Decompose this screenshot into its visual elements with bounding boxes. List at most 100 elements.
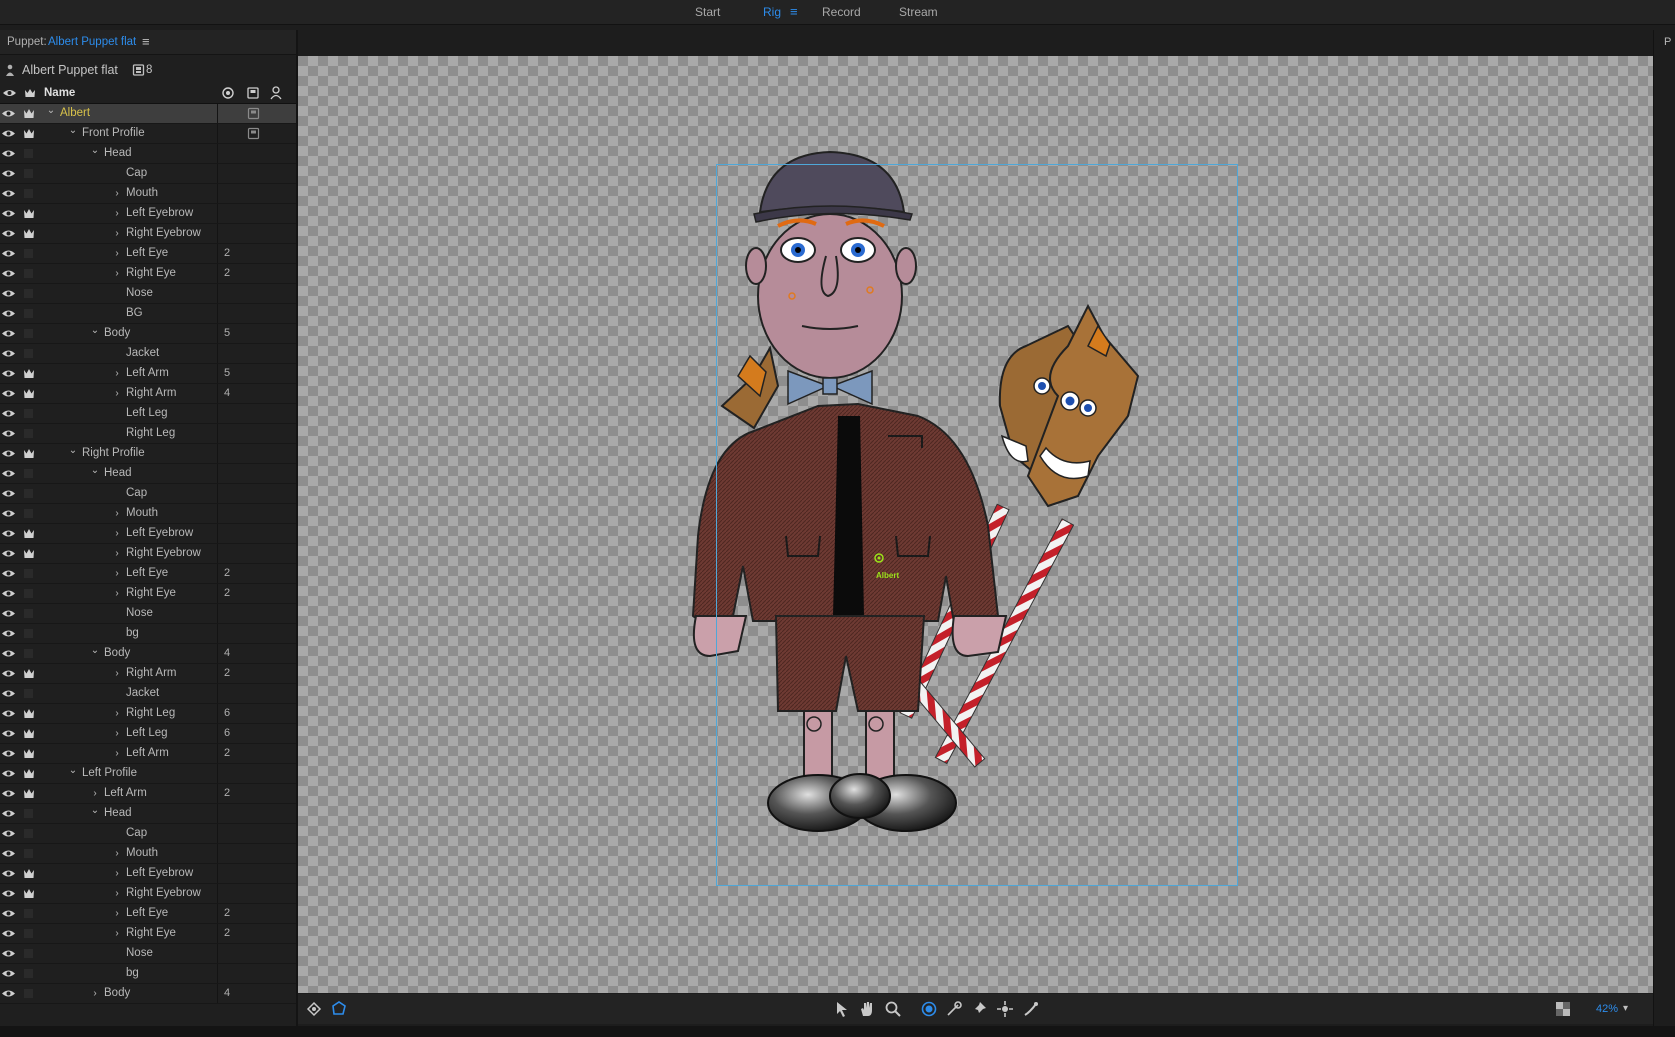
layer-row[interactable]: Jacket	[0, 684, 296, 704]
crown-toggle-empty[interactable]	[24, 569, 33, 578]
layer-row[interactable]: Jacket	[0, 344, 296, 364]
fixed-handle-icon[interactable]	[996, 1000, 1014, 1018]
chevron-right-icon[interactable]: ›	[112, 704, 122, 723]
crown-toggle-empty[interactable]	[24, 309, 33, 318]
crown-toggle-empty[interactable]	[24, 929, 33, 938]
visibility-column-icon[interactable]	[2, 86, 17, 100]
layer-row[interactable]: › Left Arm 5	[0, 364, 296, 384]
chevron-right-icon[interactable]: ›	[90, 984, 100, 1003]
layer-row[interactable]: › Right Eyebrow	[0, 884, 296, 904]
chevron-right-icon[interactable]: ›	[112, 544, 122, 563]
crown-toggle-empty[interactable]	[24, 289, 33, 298]
layer-row[interactable]: › Right Eyebrow	[0, 224, 296, 244]
crown-toggle-empty[interactable]	[24, 809, 33, 818]
chevron-right-icon[interactable]: ›	[112, 504, 122, 523]
layer-column-icon[interactable]	[246, 86, 260, 100]
crown-toggle-empty[interactable]	[24, 429, 33, 438]
crown-toggle-empty[interactable]	[24, 609, 33, 618]
zoom-level[interactable]: 42%	[1596, 994, 1618, 1024]
chevron-right-icon[interactable]: ›	[112, 204, 122, 223]
name-column-header[interactable]: Name	[44, 83, 75, 103]
crown-toggle-empty[interactable]	[24, 469, 33, 478]
crown-toggle-empty[interactable]	[24, 189, 33, 198]
chevron-right-icon[interactable]: ›	[112, 264, 122, 283]
layer-row[interactable]: › Body 4	[0, 984, 296, 1004]
chevron-right-icon[interactable]: ›	[112, 384, 122, 403]
chevron-right-icon[interactable]: ›	[112, 884, 122, 903]
layer-row[interactable]: Cap	[0, 164, 296, 184]
chevron-down-icon[interactable]: ⌄	[68, 441, 78, 460]
crown-toggle-empty[interactable]	[24, 649, 33, 658]
crown-toggle-empty[interactable]	[24, 329, 33, 338]
layer-row[interactable]: › Left Eyebrow	[0, 204, 296, 224]
crown-toggle-empty[interactable]	[24, 409, 33, 418]
layer-row[interactable]: › Right Eye 2	[0, 264, 296, 284]
chevron-right-icon[interactable]: ›	[112, 844, 122, 863]
chevron-right-icon[interactable]: ›	[112, 364, 122, 383]
scene-canvas[interactable]: Albert	[298, 56, 1653, 993]
panel-menu-icon[interactable]: ≡	[142, 30, 150, 54]
selection-icon[interactable]	[833, 1000, 851, 1018]
layer-row[interactable]: › Mouth	[0, 504, 296, 524]
crown-toggle-empty[interactable]	[24, 969, 33, 978]
layer-row[interactable]: Right Leg	[0, 424, 296, 444]
layer-row[interactable]: › Right Eye 2	[0, 584, 296, 604]
crown-toggle-empty[interactable]	[24, 909, 33, 918]
mesh-icon[interactable]	[330, 1000, 348, 1018]
layer-row[interactable]: Cap	[0, 484, 296, 504]
crown-toggle-empty[interactable]	[24, 249, 33, 258]
layer-row[interactable]: BG	[0, 304, 296, 324]
chevron-right-icon[interactable]: ›	[112, 664, 122, 683]
crown-toggle-empty[interactable]	[24, 989, 33, 998]
layer-row[interactable]: Nose	[0, 284, 296, 304]
crown-toggle-empty[interactable]	[24, 269, 33, 278]
layer-row[interactable]: ⌄ Albert	[0, 104, 296, 124]
chevron-right-icon[interactable]: ›	[112, 584, 122, 603]
chevron-down-icon[interactable]: ⌄	[90, 141, 100, 160]
chevron-right-icon[interactable]: ›	[112, 924, 122, 943]
crown-toggle-empty[interactable]	[24, 849, 33, 858]
layer-row[interactable]: › Right Eyebrow	[0, 544, 296, 564]
chevron-right-icon[interactable]: ›	[112, 524, 122, 543]
layer-row[interactable]: ⌄ Left Profile	[0, 764, 296, 784]
chevron-down-icon[interactable]: ⌄	[90, 461, 100, 480]
layer-row[interactable]: › Left Eyebrow	[0, 524, 296, 544]
tab-record[interactable]: Record	[822, 0, 861, 24]
origin-handle-label[interactable]: Albert	[876, 571, 899, 580]
layer-row[interactable]: › Left Eye 2	[0, 904, 296, 924]
chevron-right-icon[interactable]: ›	[112, 224, 122, 243]
tab-start[interactable]: Start	[695, 0, 720, 24]
layer-row[interactable]: › Right Leg 6	[0, 704, 296, 724]
layer-row[interactable]: ⌄ Head	[0, 804, 296, 824]
layer-row[interactable]: › Left Arm 2	[0, 784, 296, 804]
hand-icon[interactable]	[858, 1000, 876, 1018]
crown-toggle-empty[interactable]	[24, 489, 33, 498]
chevron-down-icon[interactable]: ⌄	[90, 641, 100, 660]
layer-row[interactable]: bg	[0, 964, 296, 984]
layer-row[interactable]: › Left Arm 2	[0, 744, 296, 764]
stick-icon[interactable]	[1022, 1000, 1040, 1018]
tab-stream[interactable]: Stream	[899, 0, 938, 24]
layer-row[interactable]: ⌄ Body 5	[0, 324, 296, 344]
layer-row[interactable]: Cap	[0, 824, 296, 844]
chevron-right-icon[interactable]: ›	[112, 244, 122, 263]
pin-icon[interactable]	[970, 1000, 988, 1018]
crown-toggle-empty[interactable]	[24, 589, 33, 598]
chevron-right-icon[interactable]: ›	[112, 744, 122, 763]
layer-row[interactable]: Nose	[0, 944, 296, 964]
crown-toggle-empty[interactable]	[24, 149, 33, 158]
menu-icon[interactable]: ≡	[790, 0, 798, 24]
chevron-right-icon[interactable]: ›	[112, 904, 122, 923]
layer-row[interactable]: › Left Eye 2	[0, 244, 296, 264]
layer-row[interactable]: ⌄ Body 4	[0, 644, 296, 664]
layer-row[interactable]: Nose	[0, 604, 296, 624]
crown-column-icon[interactable]	[23, 86, 37, 100]
zoom-icon[interactable]	[884, 1000, 902, 1018]
layer-row[interactable]: Left Leg	[0, 404, 296, 424]
chevron-down-icon[interactable]: ⌄	[68, 761, 78, 780]
chevron-down-icon[interactable]: ⌄	[46, 101, 56, 120]
layer-row[interactable]: › Left Eye 2	[0, 564, 296, 584]
layer-row[interactable]: › Mouth	[0, 844, 296, 864]
crown-toggle-empty[interactable]	[24, 949, 33, 958]
layer-row[interactable]: › Left Eyebrow	[0, 864, 296, 884]
